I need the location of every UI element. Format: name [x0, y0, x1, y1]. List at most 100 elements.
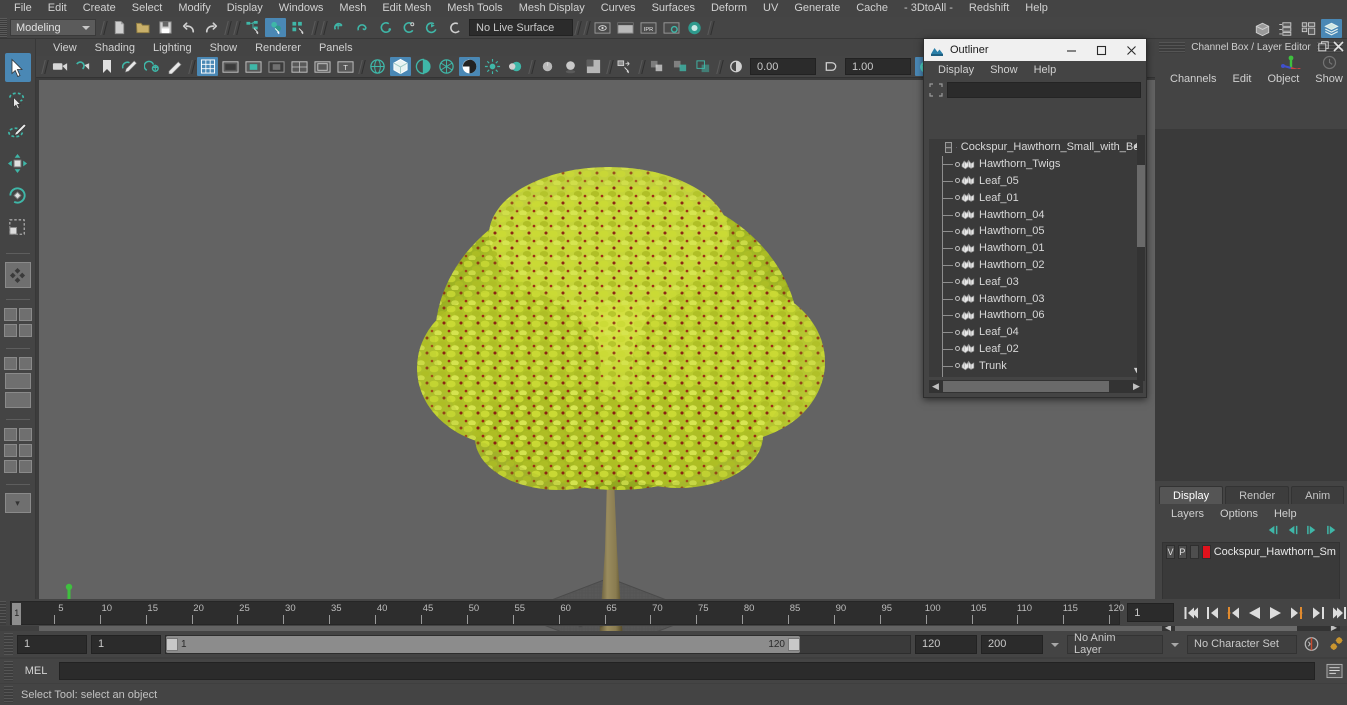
outliner-menu-help[interactable]: Help — [1026, 64, 1065, 76]
menu-select[interactable]: Select — [124, 0, 171, 17]
animation-preferences-icon[interactable] — [1325, 635, 1347, 654]
node-handle-icon[interactable] — [955, 262, 960, 268]
outliner-item-row[interactable]: Leaf_01 — [929, 189, 1143, 206]
save-scene-icon[interactable] — [155, 18, 176, 37]
snap-to-projected-center-icon[interactable] — [398, 18, 419, 37]
outliner-item-row[interactable]: Leaf_03 — [929, 273, 1143, 290]
persp-render-layout[interactable] — [18, 428, 32, 441]
channel-box-content[interactable] — [1155, 129, 1347, 481]
exposure-icon[interactable] — [725, 57, 746, 76]
render-sequence-icon[interactable] — [615, 18, 636, 37]
persp-graph-layout[interactable] — [4, 392, 31, 408]
gamma-icon[interactable] — [820, 57, 841, 76]
live-surface-field[interactable]: No Live Surface — [469, 19, 573, 36]
channelbox-menu-show[interactable]: Show — [1308, 73, 1347, 85]
scroll-right-arrow-icon[interactable]: ▶ — [1130, 381, 1143, 392]
collapse-expander-icon[interactable]: – — [945, 141, 953, 153]
two-pane-stacked-layout[interactable] — [3, 324, 17, 337]
tab-render[interactable]: Render — [1225, 486, 1290, 504]
range-start-handle[interactable] — [166, 637, 178, 651]
layer-next-icon[interactable] — [1306, 524, 1319, 536]
tool-settings-icon[interactable] — [1298, 19, 1319, 38]
outliner-item-row[interactable]: Hawthorn_02 — [929, 256, 1143, 274]
hypershade-icon[interactable] — [684, 18, 705, 37]
outliner-item-row[interactable]: Hawthorn_01 — [929, 239, 1143, 257]
lasso-select-tool[interactable] — [5, 85, 31, 114]
step-back-frame-icon[interactable] — [1204, 604, 1221, 622]
select-by-component-icon[interactable] — [288, 18, 309, 37]
smooth-shade-selected-icon[interactable] — [413, 57, 434, 76]
menu-edit-mesh[interactable]: Edit Mesh — [374, 0, 439, 17]
outliner-vertical-scrollbar[interactable] — [1137, 135, 1145, 381]
viewport-menu-lighting[interactable]: Lighting — [144, 42, 201, 54]
display-layer-row[interactable]: V P Cockspur_Hawthorn_Sm — [1163, 543, 1339, 560]
resolution-gate-icon[interactable] — [243, 57, 264, 76]
film-gate-icon[interactable] — [220, 57, 241, 76]
layer-menu-options[interactable]: Options — [1212, 508, 1266, 520]
outliner-item-row[interactable]: Leaf_02 — [929, 340, 1143, 358]
layer-prev-icon[interactable] — [1286, 524, 1299, 536]
outliner-horizontal-scrollbar[interactable]: ◀ ▶ — [929, 380, 1143, 393]
xray-icon[interactable] — [647, 57, 668, 76]
outliner-item-row[interactable]: Hawthorn_04 — [929, 206, 1143, 223]
outliner-item-row[interactable]: Hawthorn_03 — [929, 290, 1143, 307]
outliner-item-row[interactable]: Hawthorn_Twigs — [929, 155, 1143, 173]
close-icon[interactable] — [1116, 39, 1146, 61]
menu-redshift[interactable]: Redshift — [961, 0, 1017, 17]
node-handle-icon[interactable] — [955, 312, 960, 318]
close-icon[interactable] — [1333, 41, 1344, 52]
node-handle-icon[interactable] — [955, 245, 960, 251]
animation-end-time-field[interactable]: 200 — [981, 634, 1043, 654]
dock-drag-handle[interactable] — [1159, 42, 1186, 53]
node-handle-icon[interactable] — [955, 212, 960, 218]
outliner-item-row[interactable]: Hawthorn_06 — [929, 306, 1143, 324]
outliner-persp-layout[interactable] — [3, 357, 17, 370]
playback-range-selection[interactable]: 1 120 — [166, 635, 800, 653]
render-view-icon[interactable] — [592, 18, 613, 37]
channelbox-menu-edit[interactable]: Edit — [1225, 73, 1258, 85]
layer-playback-toggle[interactable]: P — [1177, 544, 1187, 559]
wireframe-icon[interactable] — [367, 57, 388, 76]
snap-to-grid-icon[interactable] — [329, 18, 350, 37]
safe-title-icon[interactable]: T — [335, 57, 356, 76]
menu-display[interactable]: Display — [219, 0, 271, 17]
scroll-left-arrow-icon[interactable]: ◀ — [929, 381, 942, 392]
snap-to-view-plane-icon[interactable] — [421, 18, 442, 37]
viewport-menu-show[interactable]: Show — [201, 42, 247, 54]
hypershade-persp-layout[interactable] — [3, 428, 17, 441]
render-settings-icon[interactable] — [661, 18, 682, 37]
menu-curves[interactable]: Curves — [593, 0, 644, 17]
toggle-modeling-toolkit-icon[interactable] — [1252, 19, 1273, 38]
xray-joints-icon[interactable] — [670, 57, 691, 76]
node-handle-icon[interactable] — [955, 228, 960, 234]
outliner-tree-list[interactable]: – Cockspur_Hawthorn_Small_with_Ber Hawth… — [929, 139, 1143, 377]
time-slider-track[interactable]: 1 5 10 15 20 25 30 35 40 45 50 55 60 65 70 75 80 85 90 95 1… — [10, 600, 1124, 625]
menu-uv[interactable]: UV — [755, 0, 786, 17]
layer-menu-layers[interactable]: Layers — [1163, 508, 1212, 520]
minimize-icon[interactable] — [1056, 39, 1086, 61]
node-handle-icon[interactable] — [955, 279, 960, 285]
snap-to-curve-icon[interactable] — [352, 18, 373, 37]
current-frame-field[interactable]: 1 — [1127, 603, 1174, 622]
exposure-field[interactable]: 0.00 — [750, 58, 816, 75]
menuset-selector[interactable]: Modeling — [10, 19, 96, 36]
play-forwards-icon[interactable] — [1267, 604, 1284, 622]
outliner-title-bar[interactable]: Outliner — [924, 39, 1146, 61]
persp-graph-wide-layout[interactable] — [3, 460, 17, 473]
statusline-drag-handle[interactable] — [0, 17, 7, 38]
layer-visibility-toggle[interactable]: V — [1166, 544, 1175, 559]
node-handle-icon[interactable] — [955, 329, 960, 335]
range-slider-drag-handle[interactable] — [4, 633, 13, 655]
gate-mask-icon[interactable] — [266, 57, 287, 76]
menu-windows[interactable]: Windows — [271, 0, 332, 17]
scale-tool[interactable] — [5, 213, 31, 242]
range-start-time-field[interactable]: 1 — [91, 634, 161, 654]
select-tool[interactable] — [4, 53, 31, 82]
undock-icon[interactable] — [1318, 41, 1329, 52]
chevron-down-icon[interactable] — [1167, 635, 1183, 654]
safe-action-icon[interactable] — [312, 57, 333, 76]
uv-editor-layout[interactable] — [3, 444, 17, 457]
tab-anim[interactable]: Anim — [1291, 486, 1345, 504]
anim-layer-dropdown[interactable]: No Anim Layer — [1067, 632, 1163, 656]
node-handle-icon[interactable] — [955, 161, 960, 167]
